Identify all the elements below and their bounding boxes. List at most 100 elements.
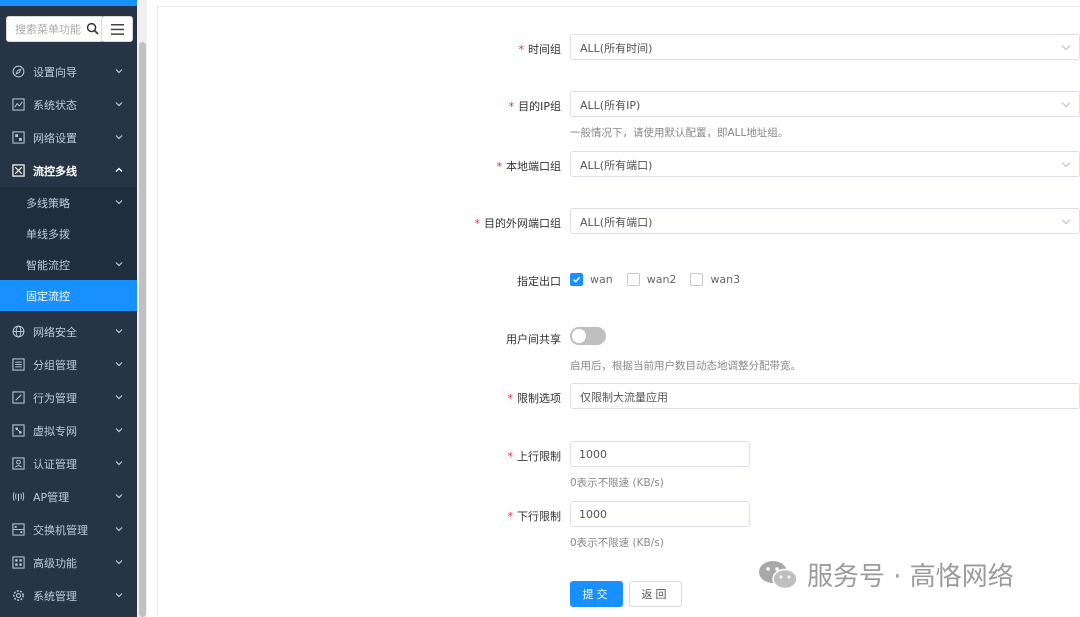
down-limit-input[interactable]: [570, 501, 750, 527]
up-limit-input[interactable]: [570, 441, 750, 467]
up-limit-hint: 0表示不限速 (KB/s): [570, 477, 664, 489]
sidebar-subitem-label: 固定流控: [26, 289, 70, 303]
local-port-group-select[interactable]: ALL(所有端口): [570, 151, 1080, 177]
network-icon: [12, 131, 25, 144]
sidebar-item-network-security[interactable]: 网络安全: [0, 315, 137, 348]
menu-toggle-button[interactable]: [101, 16, 133, 42]
chevron-down-icon: [115, 461, 123, 466]
content-border-top: [157, 6, 1080, 7]
outlet-option-label: wan: [590, 273, 613, 286]
globe-icon: [12, 325, 25, 338]
chevron-down-icon: [115, 428, 123, 433]
sidebar-item-network-settings[interactable]: 网络设置: [0, 121, 137, 154]
sidebar-item-setup-wizard[interactable]: 设置向导: [0, 55, 137, 88]
sidebar-item-label: 分组管理: [33, 358, 77, 372]
edit-icon: [12, 391, 25, 404]
sidebar-item-auth-management[interactable]: 认证管理: [0, 447, 137, 480]
menu-search-box[interactable]: [6, 16, 104, 42]
checkbox-unchecked[interactable]: [690, 273, 704, 286]
sidebar-subitem-fixed-flow-control[interactable]: 固定流控: [0, 280, 137, 311]
down-limit-label: * 下行限制: [507, 510, 562, 523]
menu-search-input[interactable]: [7, 17, 87, 41]
wechat-icon: [759, 560, 798, 589]
back-button[interactable]: 返回: [629, 581, 682, 607]
sidebar-item-label: 行为管理: [33, 391, 77, 405]
sidebar-subitem-multiline-policy[interactable]: 多线策略: [0, 187, 137, 218]
outlet-checkbox-wan[interactable]: wan: [570, 273, 613, 286]
dest-ip-group-value: ALL(所有IP): [580, 99, 641, 112]
chevron-down-icon: [1061, 45, 1071, 51]
vpn-icon: [12, 424, 25, 437]
up-limit-label: * 上行限制: [507, 450, 562, 463]
sidebar-subitem-single-line-multidial[interactable]: 单线多拨: [0, 218, 137, 249]
chevron-down-icon: [115, 494, 123, 499]
user-share-toggle[interactable]: [570, 327, 606, 345]
dest-ip-group-select[interactable]: ALL(所有IP): [570, 91, 1080, 117]
chevron-down-icon: [115, 102, 123, 107]
sidebar-item-label: 认证管理: [33, 457, 77, 471]
sidebar-item-system-management[interactable]: 系统管理: [0, 579, 137, 612]
checkbox-unchecked[interactable]: [626, 273, 640, 286]
search-icon[interactable]: [86, 22, 99, 35]
dest-ip-group-hint: 一般情况下，请使用默认配置，即ALL地址组。: [570, 127, 789, 139]
scrollbar-thumb[interactable]: [139, 42, 146, 617]
sidebar-item-group-management[interactable]: 分组管理: [0, 348, 137, 381]
outlet-checkbox-wan2[interactable]: wan2: [626, 273, 677, 286]
chevron-down-icon: [115, 527, 123, 532]
sidebar-item-vpn[interactable]: 虚拟专网: [0, 414, 137, 447]
outlet-label: 指定出口: [517, 275, 561, 288]
sidebar-item-label: 系统管理: [33, 589, 77, 603]
limit-option-label: * 限制选项: [507, 392, 562, 405]
sidebar-scrollbar[interactable]: [137, 0, 147, 617]
outlet-option-label: wan2: [646, 273, 677, 286]
dest-wan-port-group-select[interactable]: ALL(所有端口): [570, 208, 1080, 234]
dest-wan-port-group-label: * 目的外网端口组: [474, 217, 562, 230]
sidebar-item-label: 网络安全: [33, 325, 77, 339]
dest-wan-port-group-value: ALL(所有端口): [580, 216, 653, 229]
chevron-down-icon: [115, 395, 123, 400]
chevron-down-icon: [1061, 102, 1071, 108]
sidebar-item-label: 设置向导: [33, 65, 77, 79]
user-share-label: 用户间共享: [506, 333, 561, 346]
sidebar-item-behavior-management[interactable]: 行为管理: [0, 381, 137, 414]
sidebar-item-switch-management[interactable]: 交换机管理: [0, 513, 137, 546]
wireless-icon: [12, 492, 25, 502]
chevron-down-icon: [115, 593, 123, 598]
local-port-group-value: ALL(所有端口): [580, 159, 653, 172]
submit-button[interactable]: 提交: [570, 581, 623, 607]
sidebar-item-label: 流控多线: [33, 164, 77, 178]
outlet-option-label: wan3: [710, 273, 741, 286]
chevron-down-icon: [115, 200, 123, 205]
chevron-down-icon: [115, 560, 123, 565]
sidebar-item-label: 交换机管理: [33, 523, 88, 537]
toggle-knob: [572, 329, 586, 343]
sidebar-item-label: 高级功能: [33, 556, 77, 570]
main-content: * 时间组 ALL(所有时间) * 目的IP组 ALL(所有IP) 一般情况下，请使…: [147, 0, 1080, 617]
watermark: 服务号 · 高恪网络: [757, 556, 1014, 593]
dest-ip-group-label: * 目的IP组: [508, 100, 561, 113]
flow-control-submenu: 多线策略 单线多拨 智能流控 固定流控: [0, 187, 137, 311]
sidebar-item-system-status[interactable]: 系统状态: [0, 88, 137, 121]
time-group-select[interactable]: ALL(所有时间): [570, 34, 1080, 60]
sidebar-item-ap-management[interactable]: AP管理: [0, 480, 137, 513]
hamburger-icon: [110, 23, 124, 35]
outlet-checkbox-wan3[interactable]: wan3: [690, 273, 740, 286]
compass-icon: [12, 65, 25, 78]
sidebar-subitem-smart-flow-control[interactable]: 智能流控: [0, 249, 137, 280]
sidebar: 设置向导 系统状态 网络设置 流控多线 多线策略 单线多拨: [0, 0, 137, 617]
time-group-value: ALL(所有时间): [580, 42, 653, 55]
list-icon: [12, 358, 25, 371]
user-card-icon: [12, 457, 25, 470]
checkbox-checked[interactable]: [570, 273, 583, 286]
chevron-down-icon: [1061, 219, 1071, 225]
sidebar-item-label: 系统状态: [33, 98, 77, 112]
time-group-label: * 时间组: [518, 43, 562, 56]
sidebar-item-flow-control[interactable]: 流控多线: [0, 154, 137, 187]
chevron-down-icon: [115, 262, 123, 267]
chevron-down-icon: [1061, 162, 1071, 168]
sidebar-nav: 设置向导 系统状态 网络设置 流控多线 多线策略 单线多拨 智能流控 固定流控 …: [0, 55, 137, 612]
sidebar-item-advanced[interactable]: 高级功能: [0, 546, 137, 579]
switch-icon: [12, 523, 25, 536]
limit-option-select[interactable]: 仅限制大流量应用: [570, 383, 1080, 409]
watermark-text: 服务号 · 高恪网络: [807, 562, 1014, 592]
